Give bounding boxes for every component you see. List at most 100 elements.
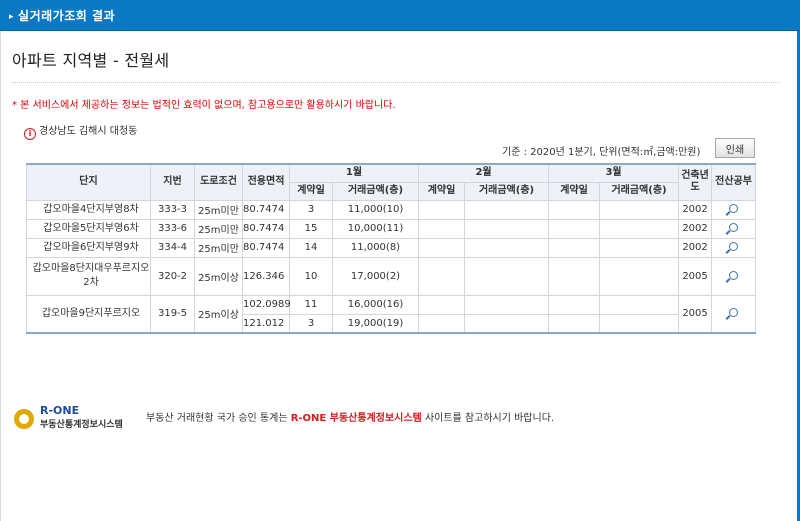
road-condition: 25m이상 <box>194 294 243 334</box>
lot-number: 319-5 <box>150 294 195 334</box>
transaction-table: 단지 지번 도로조건 전용면적 1월 2월 3월 건축년도 전산공부 계약일 거… <box>26 163 757 334</box>
header-title: ▸ 실거래가조회 결과 <box>9 7 115 24</box>
contract-day: 10 <box>289 256 333 296</box>
empty-cell <box>464 256 550 296</box>
floor-value: (2) <box>385 270 401 282</box>
rone-desc-after: 사이트를 참고하시기 바랍니다. <box>424 413 555 424</box>
header-year: 건축년도 <box>678 163 713 201</box>
table-row: 갑오마을9단지푸르지오 319-5 25m이상 102.0989 11 16,0… <box>26 294 757 334</box>
table-row: 갑오마을4단지부영8차 333-3 25m미만 80.7474 3 11,000… <box>26 199 757 220</box>
table-row: 갑오마을5단지부영6차 333-6 25m미만 80.7474 15 10,00… <box>26 218 757 239</box>
lot-number: 320-2 <box>150 256 195 296</box>
contract-day: 14 <box>289 237 333 258</box>
magnifier-icon[interactable] <box>729 223 739 232</box>
empty-cell <box>464 199 550 220</box>
area-value: 102.0989 <box>242 294 291 315</box>
amount-cell: 11,000(8) <box>331 237 420 258</box>
lot-number: 334-4 <box>150 237 195 258</box>
area-value: 126.346 <box>242 256 290 296</box>
header-lot: 지번 <box>150 163 195 201</box>
build-year: 2005 <box>678 256 713 296</box>
amount-cell: 17,000(2) <box>331 256 420 296</box>
complex-name: 갑오마을4단지부영8차 <box>26 199 151 220</box>
empty-cell <box>599 237 680 258</box>
header-m3-day: 계약일 <box>548 181 601 201</box>
floor-value: (16) <box>382 299 404 310</box>
magnifier-icon[interactable] <box>729 270 739 280</box>
build-year: 2002 <box>678 218 713 239</box>
header-register: 전산공부 <box>711 163 757 201</box>
register-cell[interactable] <box>711 199 757 220</box>
road-condition: 25m이상 <box>194 256 243 296</box>
empty-cell <box>464 294 550 315</box>
amount-value: 17,000 <box>350 270 386 282</box>
magnifier-icon[interactable] <box>729 242 739 251</box>
empty-cell <box>599 294 680 315</box>
empty-cell <box>599 199 680 220</box>
header-m2-day: 계약일 <box>418 181 466 201</box>
header-month1: 1월 <box>288 163 420 183</box>
info-icon: i <box>24 128 36 140</box>
lot-number: 333-6 <box>150 218 195 239</box>
rone-logo-text: R-ONE <box>40 404 80 417</box>
header-area: 전용면적 <box>242 163 290 201</box>
magnifier-icon[interactable] <box>729 204 739 213</box>
amount-cell: 10,000(11) <box>331 218 420 239</box>
header-m1-amount: 거래금액(층) <box>331 181 420 201</box>
empty-cell <box>418 218 466 239</box>
header-month3: 3월 <box>548 163 680 183</box>
print-button[interactable]: 인쇄 <box>715 138 755 158</box>
empty-cell <box>418 294 466 315</box>
build-year: 2002 <box>678 237 713 258</box>
rone-description: 부동산 거래현황 국가 승인 통계는 R-ONE 부동산통계정보시스템 사이트를… <box>146 409 554 424</box>
amount-cell: 11,000(10) <box>331 199 420 220</box>
rone-desc-before: 부동산 거래현황 국가 승인 통계는 <box>146 413 288 424</box>
contract-day: 3 <box>289 313 333 334</box>
floor-value: (10) <box>382 204 404 215</box>
amount-value: 19,000 <box>347 317 383 329</box>
empty-cell <box>548 199 601 220</box>
empty-cell <box>464 313 550 334</box>
title-divider <box>12 82 780 83</box>
empty-cell <box>599 218 680 239</box>
empty-cell <box>599 256 680 296</box>
area-value: 80.7474 <box>242 218 290 239</box>
empty-cell <box>548 313 601 334</box>
magnifier-icon[interactable] <box>729 308 739 318</box>
register-cell[interactable] <box>711 256 757 296</box>
area-value: 80.7474 <box>242 199 290 220</box>
lot-number: 333-3 <box>150 199 195 220</box>
rone-logo-icon <box>14 409 34 429</box>
header-title-text: 실거래가조회 결과 <box>18 9 116 23</box>
register-cell[interactable] <box>711 237 757 258</box>
road-condition: 25m미만 <box>194 237 243 258</box>
header-m1-day: 계약일 <box>289 181 333 201</box>
region-label: i 경상남도 김해시 대청동 <box>24 122 137 140</box>
complex-name: 갑오마을8단지대우푸르지오2차 <box>26 256 151 296</box>
empty-cell <box>548 256 601 296</box>
standard-text: 기준 : 2020년 1분기, 단위(면적:㎡,금액:만원) <box>502 147 701 158</box>
register-cell[interactable] <box>711 218 757 239</box>
complex-name: 갑오마을6단지부영9차 <box>26 237 151 258</box>
area-value: 80.7474 <box>242 237 290 258</box>
floor-value: (11) <box>382 223 404 234</box>
empty-cell <box>464 218 550 239</box>
table-row: 갑오마을8단지대우푸르지오2차 320-2 25m이상 126.346 10 1… <box>26 256 757 296</box>
legal-notice: * 본 서비스에서 제공하는 정보는 법적인 효력이 없으며, 참고용으로만 활… <box>12 100 396 111</box>
amount-value: 10,000 <box>347 223 383 234</box>
amount-cell: 16,000(16) <box>331 294 420 315</box>
region-text: 경상남도 김해시 대청동 <box>39 126 138 137</box>
contract-day: 15 <box>289 218 333 239</box>
area-value: 121.012 <box>242 313 290 334</box>
empty-cell <box>418 199 466 220</box>
contract-day: 3 <box>289 199 333 220</box>
header-m3-amount: 거래금액(층) <box>599 181 680 201</box>
rone-link[interactable]: R-ONE 부동산통계정보시스템 <box>291 413 422 424</box>
floor-value: (19) <box>382 317 404 329</box>
header-road: 도로조건 <box>194 163 243 201</box>
register-cell[interactable] <box>711 294 757 334</box>
empty-cell <box>548 294 601 315</box>
rone-logo-subtext: 부동산통계정보시스템 <box>40 420 123 430</box>
header-complex: 단지 <box>26 163 151 201</box>
empty-cell <box>418 313 466 334</box>
